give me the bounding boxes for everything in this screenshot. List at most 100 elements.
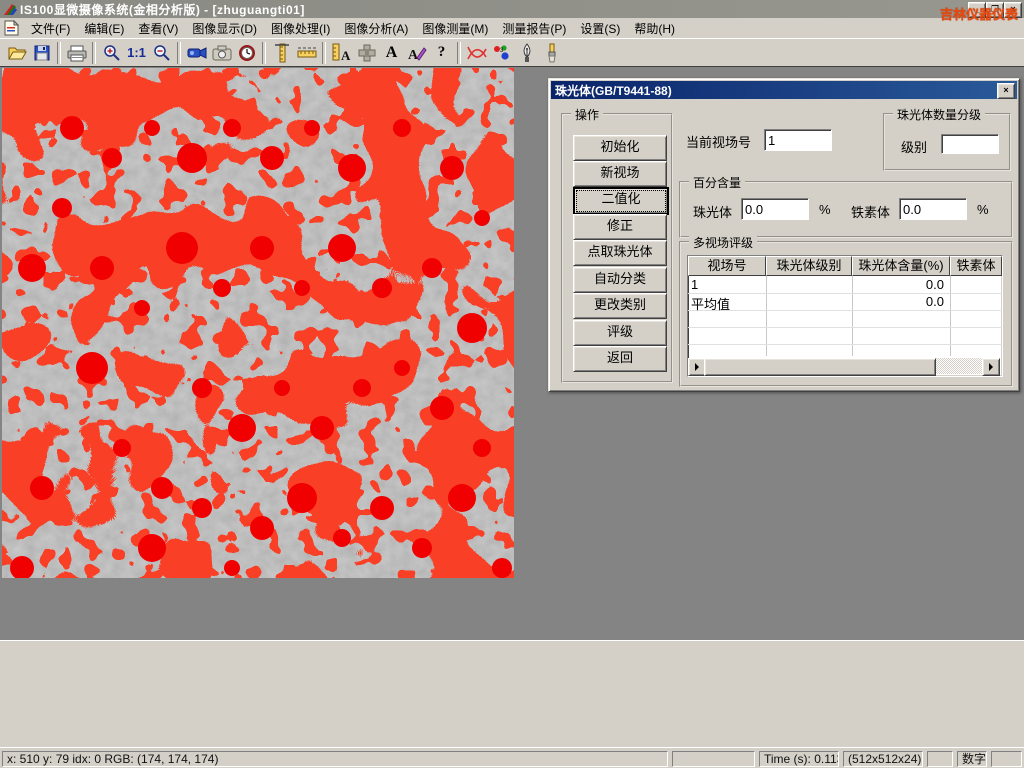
toolbar-separator [92,42,96,64]
menu-image-processing[interactable]: 图像处理(I) [264,18,337,39]
grading-group: 珠光体数量分级 级别 [883,113,1011,171]
video-camera-button[interactable] [184,40,209,65]
percent-sign: % [819,202,831,217]
binarize-button[interactable]: 二值化 [573,187,669,215]
scrollbar-thumb[interactable] [704,358,936,376]
text-icon: A [386,44,398,62]
camera-icon [212,45,232,61]
edit-text-icon: A [407,44,427,62]
actual-size-button[interactable]: 1:1 [124,40,149,65]
toolbar-separator [457,42,461,64]
brush-icon [546,43,558,63]
classify-points-icon: 3 [492,44,512,62]
print-button[interactable] [64,40,89,65]
brush-button[interactable] [539,40,564,65]
dialog-title-bar[interactable]: 珠光体(GB/T9441-88) × [551,81,1017,99]
classify-points-button[interactable]: 3 [489,40,514,65]
col-pearlite-grade[interactable]: 珠光体级别 [766,256,852,276]
ruler-icon [297,46,317,60]
level-input[interactable] [941,134,999,154]
svg-text:A: A [341,48,351,63]
return-button[interactable]: 返回 [573,346,667,372]
caliper-button[interactable] [269,40,294,65]
app-icon [3,2,17,16]
dialog-close-button[interactable]: × [997,83,1015,99]
curve-tool-button[interactable] [464,40,489,65]
zoom-in-button[interactable] [99,40,124,65]
metallographic-image[interactable] [2,68,514,578]
printer-icon [67,44,87,62]
text-button[interactable]: A [379,40,404,65]
dialog-title: 珠光体(GB/T9441-88) [555,82,672,99]
multifield-group-label: 多视场评级 [689,234,757,251]
row-field: 平均值 [691,294,730,313]
initialize-button[interactable]: 初始化 [573,135,667,161]
auto-classify-button[interactable]: 自动分类 [573,267,667,293]
empty-status-panel [672,751,755,767]
timer-button[interactable] [234,40,259,65]
pearlite-percent-input[interactable] [741,198,809,220]
change-class-button[interactable]: 更改类别 [573,293,667,319]
rate-button[interactable]: 评级 [573,320,667,346]
toolbar-separator [262,42,266,64]
svg-text:A: A [408,48,419,62]
edit-text-button[interactable]: A [404,40,429,65]
open-file-button[interactable] [4,40,29,65]
video-camera-icon [187,45,207,61]
menu-image-analysis[interactable]: 图像分析(A) [337,18,415,39]
application-window: IS100显微摄像系统(金相分析版) - [zhuguangti01] _ ❐ … [0,0,1024,768]
zoom-out-icon [153,44,171,62]
operation-group: 操作 初始化 新视场 二值化 修正 点取珠光体 自动分类 更改类别 评级 返回 [561,113,673,383]
multifield-rating-group: 多视场评级 视场号 珠光体级别 珠光体含量(%) 铁素体 1 0.0 [679,241,1013,387]
menu-view[interactable]: 查看(V) [131,18,185,39]
operation-group-label: 操作 [571,106,603,123]
pick-pearlite-button[interactable]: 点取珠光体 [573,240,667,266]
zoom-in-icon [103,44,121,62]
grid-cross-icon [358,44,376,62]
help-button[interactable]: ? [429,40,454,65]
new-field-button[interactable]: 新视场 [573,161,667,187]
ferrite-label: 铁素体 [851,202,890,221]
menu-settings[interactable]: 设置(S) [573,18,627,39]
pearlite-dialog: 珠光体(GB/T9441-88) × 操作 初始化 新视场 二值化 修正 点取珠… [548,78,1020,392]
scroll-right-button[interactable] [982,358,1000,376]
document-icon [4,20,19,36]
col-pearlite-content[interactable]: 珠光体含量(%) [852,256,950,276]
binarized-pearlite-image [2,68,514,578]
pen-button[interactable] [514,40,539,65]
col-ferrite[interactable]: 铁素体 [950,256,1002,276]
menu-help[interactable]: 帮助(H) [627,18,682,39]
open-folder-icon [7,44,27,62]
col-field-number[interactable]: 视场号 [688,256,766,276]
measure-text-icon: A [332,43,352,63]
correct-button[interactable]: 修正 [573,214,667,240]
vendor-watermark: 吉林仪器仪表 [940,4,1018,23]
percent-group: 百分含量 珠光体 % 铁素体 % [679,181,1013,238]
table-h-scrollbar[interactable] [688,358,1000,374]
row-pearlite: 0.0 [852,294,944,309]
level-label: 级别 [901,137,927,156]
menu-measure-report[interactable]: 测量报告(P) [495,18,573,39]
measure-label-button[interactable]: A [329,40,354,65]
save-button[interactable] [29,40,54,65]
current-field-label: 当前视场号 [686,132,751,151]
toolbar-separator [57,42,61,64]
title-bar: IS100显微摄像系统(金相分析版) - [zhuguangti01] _ ❐ … [0,0,1024,18]
grading-group-label: 珠光体数量分级 [893,106,985,123]
menu-file[interactable]: 文件(F) [24,18,77,39]
window-title: IS100显微摄像系统(金相分析版) - [zhuguangti01] [20,1,305,18]
empty-status-panel [927,751,953,767]
snapshot-button[interactable] [209,40,234,65]
caliper-icon [274,43,290,63]
ferrite-percent-input[interactable] [899,198,967,220]
grid-button[interactable] [354,40,379,65]
help-icon: ? [438,44,446,61]
zoom-out-button[interactable] [149,40,174,65]
menu-image-measure[interactable]: 图像测量(M) [415,18,495,39]
mode-status: 数字 [957,751,987,767]
ruler-button[interactable] [294,40,319,65]
menu-image-display[interactable]: 图像显示(D) [185,18,264,39]
toolbar: 1:1 [0,38,1024,66]
current-field-input[interactable] [764,129,832,151]
menu-edit[interactable]: 编辑(E) [77,18,131,39]
